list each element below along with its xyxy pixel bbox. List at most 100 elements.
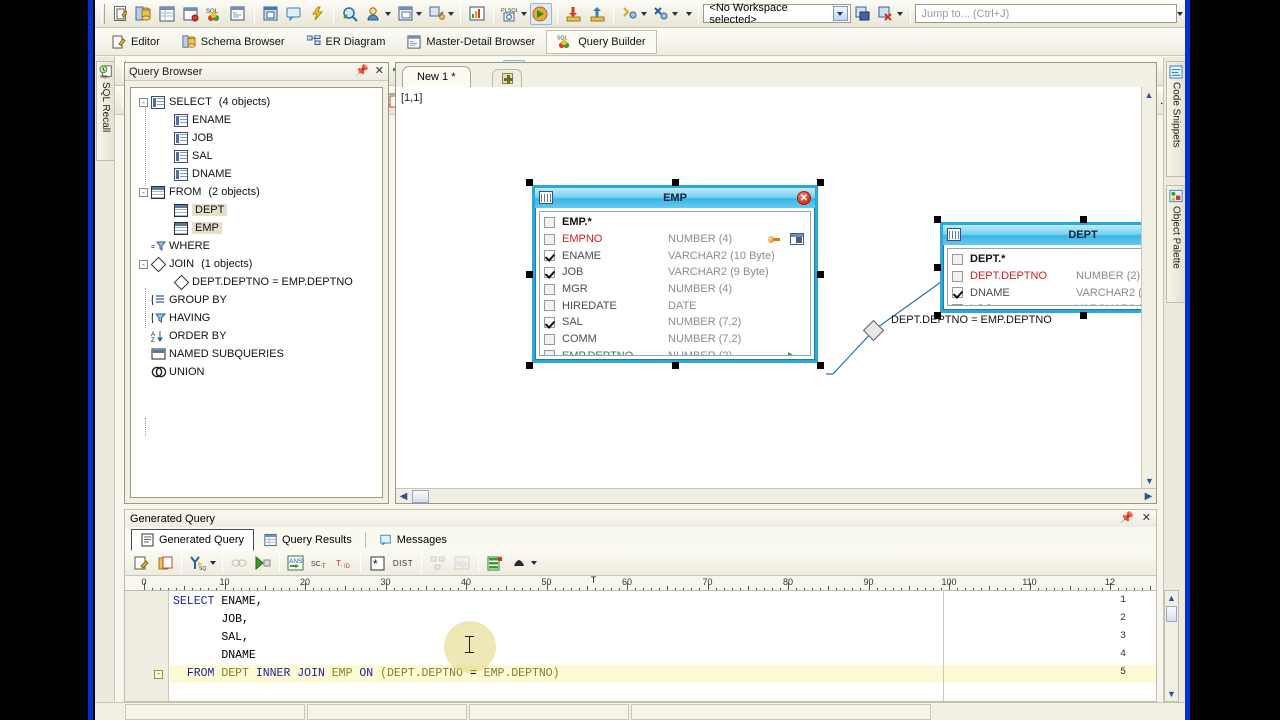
pin-icon[interactable]: 📌: [1120, 513, 1134, 524]
query-browser-tree[interactable]: -SELECT(4 objects)ENAMEJOBSALDNAME-FROM(…: [130, 87, 383, 498]
compile-button[interactable]: [619, 3, 641, 25]
column-checkbox[interactable]: [952, 254, 963, 265]
copy-to-editor-button[interactable]: [154, 552, 176, 574]
scroll-down-icon[interactable]: ▼: [1165, 687, 1178, 701]
mode-tab-editor[interactable]: Editor: [101, 30, 171, 54]
column-row[interactable]: EMP.*: [540, 214, 810, 231]
diagram-canvas[interactable]: [1,1] [2,1] DEPT.DEPTNO = EMP.DEPTNO EMP…: [396, 87, 1156, 503]
execute-button[interactable]: [307, 3, 329, 25]
distinct-button[interactable]: DIST: [390, 552, 416, 574]
resize-handle[interactable]: [934, 216, 941, 223]
table-column-list[interactable]: EMP.*EMPNONUMBER (4)ENAMEVARCHAR2 (10 By…: [539, 211, 811, 356]
sql-editor[interactable]: 1SELECT ENAME,2 JOB,3 SAL,4 DNAME-5 FROM…: [124, 590, 1157, 702]
column-row[interactable]: DNAMEVARCHAR2 (14 Byte): [948, 284, 1156, 301]
mode-tab-er-diagram[interactable]: ER Diagram: [296, 30, 397, 54]
tree-node[interactable]: DEPT.DEPTNO = EMP.DEPTNO: [162, 273, 353, 291]
resize-handle[interactable]: [672, 362, 679, 369]
explain-plan-small-button[interactable]: [427, 552, 449, 574]
comment-button[interactable]: [283, 3, 305, 25]
scrollbar-thumb[interactable]: [1166, 606, 1177, 622]
resize-handle[interactable]: [672, 179, 679, 186]
session-browser-button[interactable]: [260, 3, 282, 25]
tab-query-results[interactable]: Query Results: [254, 529, 362, 551]
table-alias-button[interactable]: T.ID: [333, 552, 355, 574]
sql-format-button[interactable]: SQL: [187, 552, 209, 574]
data-browser-button[interactable]: [180, 3, 202, 25]
resize-handle[interactable]: [526, 179, 533, 186]
scroll-left-icon[interactable]: ◀: [396, 489, 411, 504]
code-line[interactable]: DNAME: [173, 649, 256, 662]
save-workspace-button[interactable]: [852, 3, 874, 25]
join-diamond-icon[interactable]: [863, 320, 884, 341]
sql-tuning-button[interactable]: SQL: [451, 552, 473, 574]
add-document-tab[interactable]: [492, 69, 522, 87]
table-editor-button[interactable]: [156, 3, 178, 25]
mode-tab-master-detail-browser[interactable]: Master-Detail Browser: [396, 30, 546, 54]
column-checkbox[interactable]: [544, 334, 555, 345]
column-row[interactable]: COMMNUMBER (7,2): [540, 331, 810, 348]
column-row[interactable]: SALNUMBER (7,2): [540, 314, 810, 331]
document-tab-new-1[interactable]: New 1 *: [402, 66, 471, 87]
tree-node[interactable]: ENAME: [162, 111, 231, 129]
table-column-list[interactable]: DEPT.*DEPT.DEPTNONUMBER (2)DNAMEVARCHAR2…: [947, 248, 1156, 306]
resize-handle[interactable]: [526, 362, 533, 369]
scroll-up-icon[interactable]: ▲: [1142, 87, 1156, 102]
column-row[interactable]: ENAMEVARCHAR2 (10 Byte): [540, 247, 810, 264]
tree-node[interactable]: -SELECT(4 objects): [139, 93, 270, 111]
tree-node[interactable]: -JOIN(1 objects): [139, 255, 252, 273]
column-checkbox[interactable]: [952, 271, 963, 282]
scroll-right-icon[interactable]: ▶: [1141, 489, 1156, 504]
column-checkbox[interactable]: [544, 284, 555, 295]
column-checkbox[interactable]: [544, 234, 555, 245]
tree-node[interactable]: DNAME: [162, 165, 232, 183]
find-button[interactable]: [339, 3, 361, 25]
tree-node[interactable]: NAMED SUBQUERIES: [139, 345, 284, 363]
window-list-dropdown[interactable]: [415, 4, 424, 24]
theme-button[interactable]: [508, 552, 530, 574]
workspace-dropdown[interactable]: [896, 4, 905, 24]
compile-dropdown[interactable]: [639, 4, 648, 24]
toolbar-overflow[interactable]: [685, 4, 694, 24]
resize-handle[interactable]: [934, 312, 941, 319]
scroll-down-icon[interactable]: ▼: [1142, 473, 1157, 488]
side-tab-object-palette[interactable]: Object Palette: [1166, 185, 1185, 303]
column-checkbox[interactable]: [544, 250, 555, 261]
tree-node[interactable]: EMP: [162, 219, 222, 237]
tree-node[interactable]: GROUP BY: [139, 291, 227, 309]
ansi-join-button[interactable]: ANSI: [285, 552, 307, 574]
tree-node[interactable]: SAL: [162, 147, 213, 165]
resize-handle[interactable]: [1080, 216, 1087, 223]
mode-tab-schema-browser[interactable]: Schema Browser: [171, 30, 296, 54]
tree-node[interactable]: DEPT: [162, 201, 227, 219]
export-button[interactable]: [586, 3, 608, 25]
resize-handle[interactable]: [1080, 312, 1087, 319]
code-line[interactable]: JOB,: [173, 613, 249, 626]
mode-tab-query-builder[interactable]: SQL Query Builder: [546, 30, 656, 54]
select-star-button[interactable]: *: [366, 552, 388, 574]
table-title-bar[interactable]: EMP✕: [535, 188, 815, 208]
jump-to-dropdown[interactable]: [1175, 4, 1184, 24]
window-list-button[interactable]: [394, 3, 416, 25]
tree-expander[interactable]: -: [139, 98, 148, 107]
delete-workspace-button[interactable]: [875, 3, 897, 25]
close-icon[interactable]: ✕: [797, 191, 811, 205]
side-tab-sql-recall[interactable]: SQL SQL Recall: [96, 61, 114, 161]
tools-dropdown[interactable]: [446, 4, 455, 24]
table-box-emp[interactable]: EMP✕ EMP.*EMPNONUMBER (4)ENAMEVARCHAR2 (1…: [526, 179, 824, 369]
grid-color-button[interactable]: [484, 552, 506, 574]
tab-messages[interactable]: Messages: [369, 529, 457, 551]
edit-query-button[interactable]: [130, 552, 152, 574]
resize-handle[interactable]: [934, 264, 941, 271]
pin-icon[interactable]: 📌: [355, 66, 369, 77]
cancel-dropdown[interactable]: [671, 4, 680, 24]
resize-handle[interactable]: [817, 271, 824, 278]
scroll-up-icon[interactable]: ▲: [1165, 591, 1178, 605]
column-checkbox[interactable]: [544, 267, 555, 278]
tools-button[interactable]: [426, 3, 448, 25]
toolbar-grip[interactable]: [101, 4, 105, 24]
report-button[interactable]: [227, 3, 249, 25]
column-row[interactable]: LOCVARCHAR2 (13 Byte): [948, 301, 1156, 306]
schema-prefix-button[interactable]: SC.T: [309, 552, 331, 574]
column-checkbox[interactable]: [544, 317, 555, 328]
column-row[interactable]: MGRNUMBER (4): [540, 281, 810, 298]
